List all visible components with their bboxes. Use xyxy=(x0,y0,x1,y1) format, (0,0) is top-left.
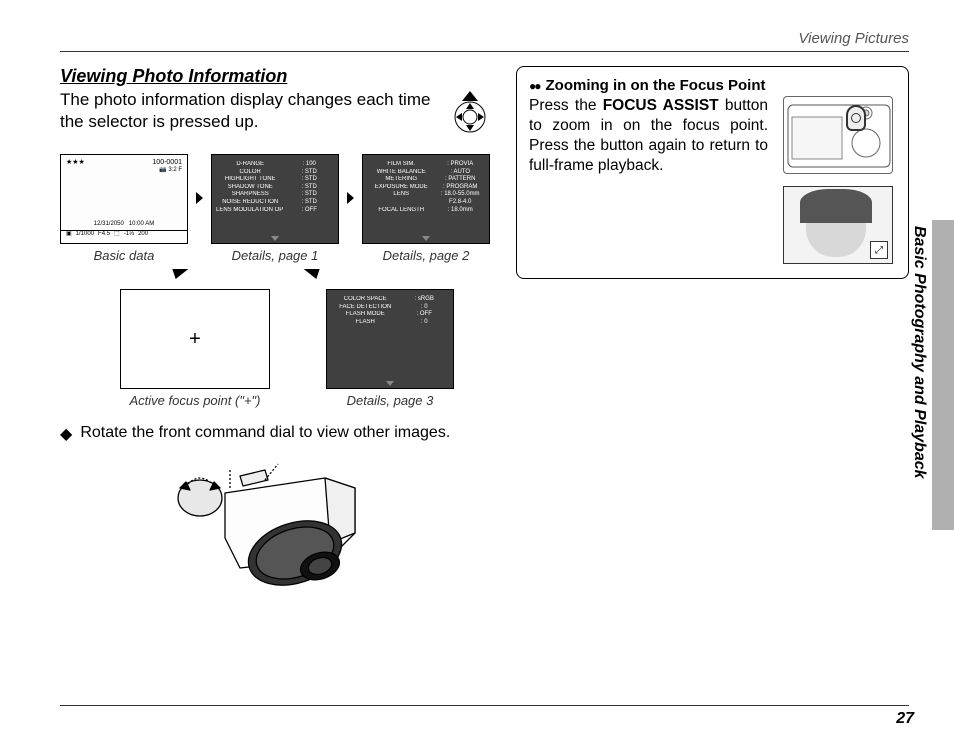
detail-row: LENS: 18.0-55.0mm xyxy=(367,191,485,198)
right-column: ●● Zooming in on the Focus Point Press t… xyxy=(516,66,909,613)
caption-d3: Details, page 3 xyxy=(326,393,454,408)
detail-row: FACE DETECTION: 0 xyxy=(331,304,449,311)
footer-rule xyxy=(60,705,909,706)
arrow-down-icon xyxy=(304,269,325,279)
detail-row: FLASH MODE: OFF xyxy=(331,311,449,318)
aperture: F4.5 xyxy=(98,231,110,238)
arrow-right-icon xyxy=(196,192,203,204)
focus-assist-button-icon xyxy=(846,105,866,131)
zoom-indicator-icon: ⤢ xyxy=(870,241,888,259)
screen-details-3: COLOR SPACE: sRGBFACE DETECTION: 0FLASH … xyxy=(326,289,454,389)
detail-row: FOCAL LENGTH: 18.0mm xyxy=(367,207,485,214)
aspect-size: 📷 3:2 F xyxy=(61,167,187,174)
page-header: Viewing Pictures xyxy=(60,30,909,52)
caption-d1: Details, page 1 xyxy=(211,248,339,263)
callout-title: Zooming in on the Focus Point xyxy=(546,77,766,94)
detail-row: EXPOSURE MODE: PROGRAM xyxy=(367,184,485,191)
playback-zoom-illustration: ⤢ xyxy=(783,186,893,264)
section-title: Viewing Photo Information xyxy=(60,66,490,87)
caption-basic: Basic data xyxy=(60,248,188,263)
stars: ★★★ xyxy=(66,159,85,167)
detail-row: LENS MODULATION OPT.: OFF xyxy=(216,207,334,214)
date: 12/31/2050 xyxy=(94,221,124,227)
screen-details-1: D-RANGE: 100COLOR: STDHIGHLIGHT TONE: ST… xyxy=(211,154,339,244)
note-text: Rotate the front command dial to view ot… xyxy=(80,424,450,444)
display-screens-row2: + Active focus point ("+") COLOR SPACE: … xyxy=(60,289,490,408)
display-screens-row1: ★★★ 100-0001 📷 3:2 F 12/31/2050 10:00 AM… xyxy=(60,154,490,263)
detail-row: HIGHLIGHT TONE: STD xyxy=(216,176,334,183)
time: 10:00 AM xyxy=(129,221,154,227)
tip-icon: ●● xyxy=(529,79,540,93)
selector-up-icon xyxy=(450,89,490,140)
detail-row: COLOR SPACE: sRGB xyxy=(331,296,449,303)
diamond-bullet-icon: ◆ xyxy=(60,424,72,444)
detail-row: SHADOW TONE: STD xyxy=(216,184,334,191)
screen-active-focus-point: + xyxy=(120,289,270,389)
camera-illustration xyxy=(60,458,490,613)
detail-row: FILM SIM.: PROVIA xyxy=(367,161,485,168)
note: ◆ Rotate the front command dial to view … xyxy=(60,424,490,444)
iso: 200 xyxy=(138,231,148,238)
caption-fp: Active focus point ("+") xyxy=(120,393,270,408)
caption-d2: Details, page 2 xyxy=(362,248,490,263)
page-number: 27 xyxy=(896,710,914,728)
screen-basic-data: ★★★ 100-0001 📷 3:2 F 12/31/2050 10:00 AM… xyxy=(60,154,188,244)
detail-row: METERING: PATTERN xyxy=(367,176,485,183)
detail-row: NOISE REDUCTION: STD xyxy=(216,199,334,206)
arrow-down-icon xyxy=(168,269,189,279)
intro-text: The photo information display changes ea… xyxy=(60,89,442,133)
detail-row: F2.8-4.0 xyxy=(367,199,485,206)
frame-number: 100-0001 xyxy=(152,159,182,167)
detail-row: FLASH: 0 xyxy=(331,319,449,326)
shutter: 1/1000 xyxy=(76,231,94,238)
callout-box: ●● Zooming in on the Focus Point Press t… xyxy=(516,66,909,279)
side-tab xyxy=(932,220,954,530)
focus-assist-label: FOCUS ASSIST xyxy=(603,97,719,114)
camera-rear-illustration xyxy=(783,96,893,174)
detail-row: D-RANGE: 100 xyxy=(216,161,334,168)
detail-row: WHITE BALANCE: AUTO xyxy=(367,169,485,176)
detail-row: COLOR: STD xyxy=(216,169,334,176)
arrow-right-icon xyxy=(347,192,354,204)
side-chapter-label: Basic Photography and Playback xyxy=(910,226,928,479)
detail-row: SHARPNESS: STD xyxy=(216,191,334,198)
exp-comp: -1⅓ xyxy=(124,231,134,238)
callout-text: Press the FOCUS ASSIST button to zoom in… xyxy=(529,96,768,264)
left-column: Viewing Photo Information The photo info… xyxy=(60,66,490,613)
screen-details-2: FILM SIM.: PROVIAWHITE BALANCE: AUTOMETE… xyxy=(362,154,490,244)
focus-point-mark: + xyxy=(189,328,201,351)
